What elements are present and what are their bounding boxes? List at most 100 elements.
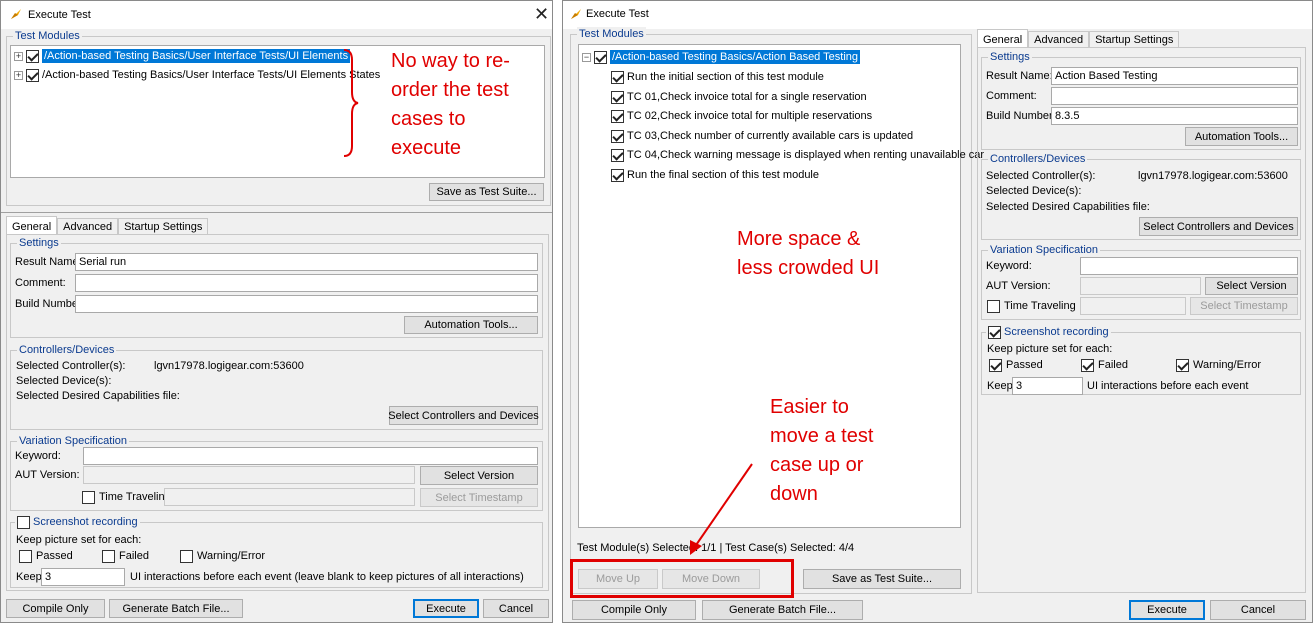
test-case-row[interactable]: TC 01,Check invoice total for a single r… <box>611 90 867 104</box>
group-title: Screenshot recording <box>986 325 1111 339</box>
window-title: Execute Test <box>586 8 649 20</box>
tab-general[interactable]: General <box>6 216 58 235</box>
tree-row[interactable]: + /Action-based Testing Basics/User Inte… <box>14 48 352 64</box>
expand-icon[interactable]: + <box>14 70 23 80</box>
failed-checkbox[interactable]: Failed <box>102 549 149 563</box>
generate-batch-button[interactable]: Generate Batch File... <box>702 600 863 620</box>
test-case-checkbox[interactable] <box>611 109 624 123</box>
test-case-row[interactable]: TC 04,Check warning message is displayed… <box>611 148 984 162</box>
test-case-checkbox[interactable] <box>611 90 624 104</box>
test-case-row[interactable]: TC 02,Check invoice total for multiple r… <box>611 109 872 123</box>
build-number-input[interactable]: 8.3.5 <box>1051 107 1298 125</box>
result-name-input[interactable]: Action Based Testing <box>1051 67 1298 85</box>
selected-device-label: Selected Device(s): <box>986 185 1082 197</box>
aut-version-input <box>83 466 415 484</box>
comment-input[interactable] <box>75 274 538 292</box>
module-label: /Action-based Testing Basics/User Interf… <box>42 69 381 81</box>
automation-tools-button[interactable]: Automation Tools... <box>404 316 538 334</box>
time-traveling-label: Time Traveling <box>1004 300 1076 312</box>
module-checkbox[interactable] <box>594 50 607 64</box>
failed-checkbox[interactable]: Failed <box>1081 358 1128 372</box>
test-case-checkbox[interactable] <box>611 129 624 143</box>
checkbox-box[interactable] <box>82 490 95 504</box>
module-label: /Action-based Testing Basics/User Interf… <box>40 48 352 64</box>
tree-row-root[interactable]: − /Action-based Testing Basics/Action Ba… <box>582 49 862 65</box>
comment-input[interactable] <box>1051 87 1298 105</box>
build-number-input[interactable] <box>75 295 538 313</box>
group-title: Test Modules <box>577 27 646 41</box>
test-case-checkbox[interactable] <box>611 70 624 84</box>
settings-tabs: General Advanced Startup Settings <box>6 216 209 235</box>
warning-checkbox[interactable]: Warning/Error <box>180 549 265 563</box>
annotation-line: move a test <box>770 425 874 447</box>
keep-suffix-label: UI interactions before each event <box>1087 380 1249 392</box>
checkbox-box[interactable] <box>102 549 115 563</box>
passed-checkbox[interactable]: Passed <box>19 549 73 563</box>
tab-advanced[interactable]: Advanced <box>57 218 119 235</box>
checkbox-box[interactable] <box>987 299 1000 313</box>
save-as-test-suite-button[interactable]: Save as Test Suite... <box>803 569 961 589</box>
passed-checkbox[interactable]: Passed <box>989 358 1043 372</box>
select-version-button[interactable]: Select Version <box>420 466 538 485</box>
module-checkbox[interactable] <box>26 68 39 82</box>
automation-tools-button[interactable]: Automation Tools... <box>1185 127 1298 146</box>
checkbox-box[interactable] <box>1081 358 1094 372</box>
collapse-icon[interactable]: − <box>582 52 591 62</box>
compile-only-button[interactable]: Compile Only <box>6 599 105 618</box>
compile-only-button[interactable]: Compile Only <box>572 600 696 620</box>
tab-advanced[interactable]: Advanced <box>1028 31 1090 48</box>
test-case-row[interactable]: Run the initial section of this test mod… <box>611 70 824 84</box>
arrow-annotation <box>690 463 753 555</box>
select-controllers-button[interactable]: Select Controllers and Devices <box>388 406 539 425</box>
module-label: /Action-based Testing Basics/Action Base… <box>608 49 862 65</box>
select-timestamp-button[interactable]: Select Timestamp <box>1190 297 1298 315</box>
screenshot-recording-checkbox[interactable] <box>988 325 1001 339</box>
test-case-row[interactable]: TC 03,Check number of currently availabl… <box>611 129 913 143</box>
splitter[interactable] <box>1 212 552 213</box>
group-title: Controllers/Devices <box>988 152 1088 166</box>
test-case-row[interactable]: Run the final section of this test modul… <box>611 168 819 182</box>
keep-count-input[interactable]: 3 <box>1012 377 1083 395</box>
checkbox-box[interactable] <box>180 549 193 563</box>
keyword-label: Keyword: <box>986 260 1032 272</box>
tab-startup-settings[interactable]: Startup Settings <box>118 218 209 235</box>
test-case-checkbox[interactable] <box>611 148 624 162</box>
tree-row[interactable]: + /Action-based Testing Basics/User Inte… <box>14 68 380 82</box>
screenshot-recording-checkbox[interactable] <box>17 515 30 529</box>
group-title: Variation Specification <box>17 434 130 448</box>
result-name-label: Result Name: <box>986 70 1053 82</box>
module-checkbox[interactable] <box>26 49 39 63</box>
keyword-input[interactable] <box>1080 257 1298 275</box>
save-as-test-suite-button[interactable]: Save as Test Suite... <box>429 183 544 201</box>
window-title: Execute Test <box>28 9 91 21</box>
test-case-checkbox[interactable] <box>611 168 624 182</box>
checkbox-box[interactable] <box>1176 358 1189 372</box>
select-timestamp-button[interactable]: Select Timestamp <box>420 488 538 507</box>
result-name-input[interactable]: Serial run <box>75 253 538 271</box>
generate-batch-button[interactable]: Generate Batch File... <box>109 599 243 618</box>
keep-suffix-label: UI interactions before each event (leave… <box>130 571 524 583</box>
keyword-input[interactable] <box>83 447 538 465</box>
group-title: Variation Specification <box>988 243 1101 257</box>
time-traveling-checkbox[interactable]: Time Traveling <box>82 490 171 504</box>
expand-icon[interactable]: + <box>14 51 23 61</box>
select-version-button[interactable]: Select Version <box>1205 277 1298 295</box>
warning-checkbox[interactable]: Warning/Error <box>1176 358 1261 372</box>
select-controllers-button[interactable]: Select Controllers and Devices <box>1139 217 1298 236</box>
close-icon[interactable]: ✕ <box>534 4 549 25</box>
annotation-reorder: No way to re- order the test cases to ex… <box>391 47 510 163</box>
tab-startup-settings[interactable]: Startup Settings <box>1089 31 1180 48</box>
annotation-line: less crowded UI <box>737 257 880 279</box>
annotation-line: execute <box>391 137 462 159</box>
annotation-more-space: More space & less crowded UI <box>737 225 879 283</box>
execute-button[interactable]: Execute <box>1129 600 1205 620</box>
cancel-button[interactable]: Cancel <box>483 599 549 618</box>
test-case-label: Run the initial section of this test mod… <box>627 71 824 83</box>
cancel-button[interactable]: Cancel <box>1210 600 1306 620</box>
execute-button[interactable]: Execute <box>413 599 479 618</box>
time-traveling-checkbox[interactable]: Time Traveling <box>987 299 1076 313</box>
keep-count-input[interactable]: 3 <box>41 568 125 586</box>
checkbox-box[interactable] <box>989 358 1002 372</box>
tab-general[interactable]: General <box>977 29 1029 48</box>
checkbox-box[interactable] <box>19 549 32 563</box>
